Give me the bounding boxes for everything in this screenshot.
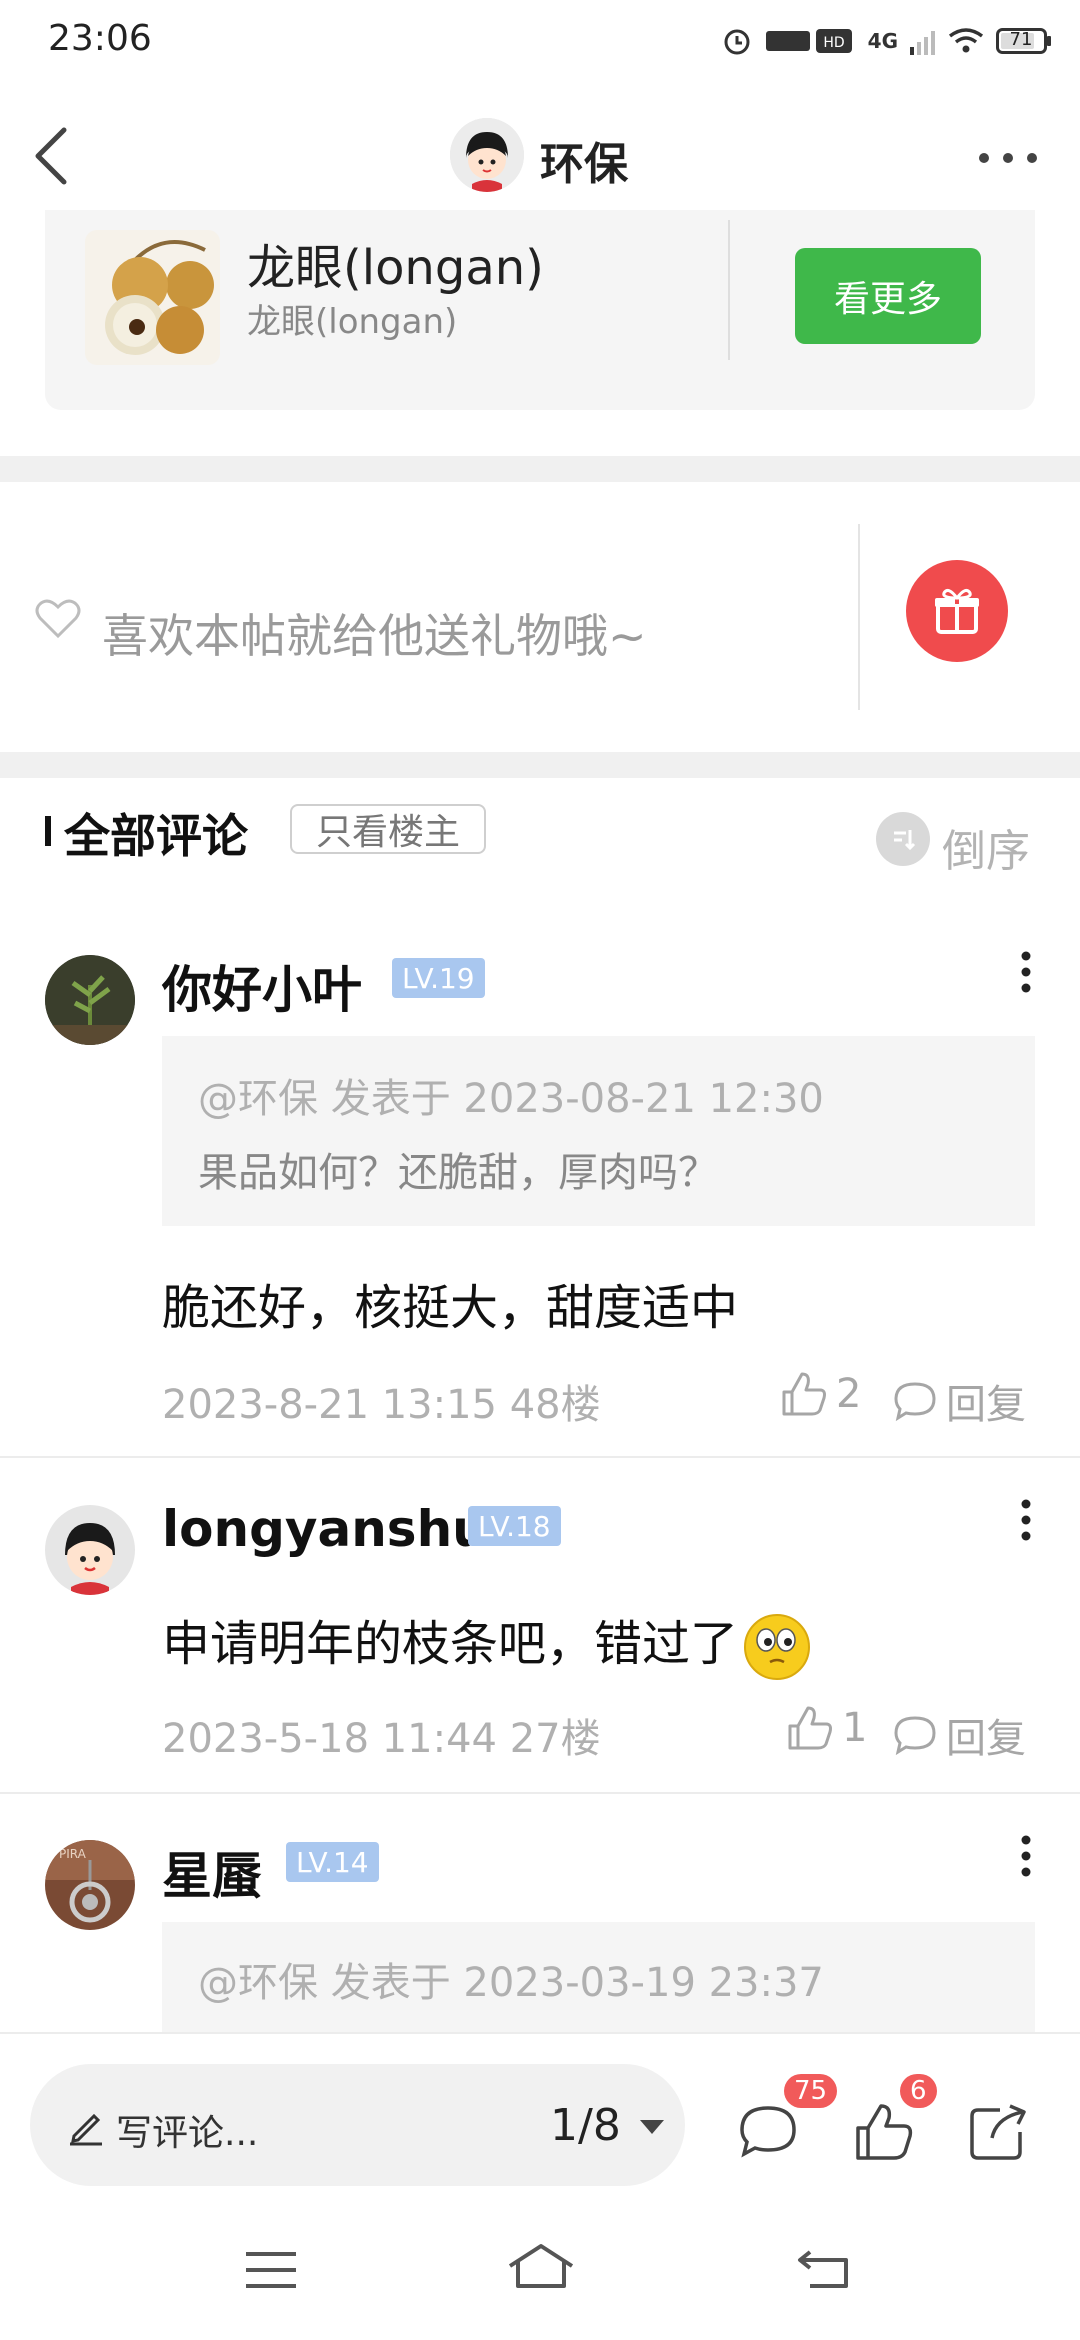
product-subtitle: 龙眼(longan) <box>247 302 458 342</box>
comment-divider <box>0 1792 1080 1794</box>
top-nav-bar: 环保 <box>0 80 1080 230</box>
section-separator <box>0 752 1080 778</box>
like-count-badge: 6 <box>900 2074 937 2108</box>
like-post-button[interactable] <box>852 2100 916 2164</box>
speech-bubble-icon <box>892 1380 938 1422</box>
quote-meta: @环保 发表于 2023-03-19 23:37 <box>198 1960 824 2006</box>
menu-icon[interactable] <box>244 2248 298 2292</box>
status-time: 23:06 <box>48 18 152 59</box>
commenter-avatar[interactable] <box>45 955 135 1045</box>
commenter-name[interactable]: longyanshu <box>162 1500 488 1558</box>
quote-meta: @环保 发表于 2023-08-21 12:30 <box>198 1076 824 1122</box>
only-author-button[interactable]: 只看楼主 <box>290 804 486 854</box>
thumbs-up-icon <box>852 2100 916 2164</box>
more-vertical-icon <box>1020 1498 1032 1542</box>
send-gift-button[interactable] <box>906 560 1008 662</box>
share-icon <box>966 2100 1030 2164</box>
signal-hd-icon: HD <box>764 26 856 56</box>
reply-label: 回复 <box>946 1382 1026 1428</box>
caret-down-icon[interactable] <box>638 2118 666 2136</box>
section-marker <box>45 816 51 846</box>
author-avatar[interactable] <box>450 118 524 192</box>
thumbs-up-icon <box>780 1370 828 1418</box>
reply-button[interactable]: 回复 <box>892 1706 1026 1764</box>
pencil-icon <box>66 2106 106 2146</box>
wifi-icon <box>948 27 984 55</box>
gift-icon <box>930 584 984 638</box>
comment-icon <box>736 2100 800 2164</box>
comment-text: 申请明年的枝条吧，错过了 <box>162 1604 812 1682</box>
svg-text:HD: HD <box>823 35 844 51</box>
comment-more-button[interactable] <box>1020 950 1032 994</box>
like-button[interactable]: 1 <box>786 1704 867 1752</box>
home-icon[interactable] <box>506 2242 576 2292</box>
comment-text: 脆还好，核挺大，甜度适中 <box>162 1280 739 1336</box>
status-icons: HD 4G 71 <box>722 16 1052 66</box>
divider <box>728 220 730 360</box>
product-card[interactable]: 龙眼(longan) 龙眼(longan) 看更多 <box>45 210 1035 410</box>
commenter-avatar[interactable]: PIRA <box>45 1840 135 1930</box>
reply-button[interactable]: 回复 <box>892 1372 1026 1430</box>
like-button[interactable]: 2 <box>780 1370 861 1418</box>
comment-meta: 2023-5-18 11:44 27楼 <box>162 1716 601 1762</box>
more-vertical-icon <box>1020 1834 1032 1878</box>
back-icon[interactable] <box>796 2246 850 2290</box>
comment-more-button[interactable] <box>1020 1498 1032 1542</box>
longan-image <box>85 230 220 365</box>
battery-icon: 71 <box>996 27 1052 55</box>
commenter-name[interactable]: 你好小叶 <box>162 950 362 1022</box>
chevron-left-icon <box>22 120 82 192</box>
write-comment-input[interactable]: 写评论... 1/8 <box>30 2064 685 2186</box>
share-button[interactable] <box>966 2100 1030 2164</box>
commenter-avatar[interactable] <box>45 1505 135 1595</box>
more-button[interactable] <box>970 148 1050 168</box>
level-badge: LV.19 <box>392 958 485 998</box>
quoted-post[interactable]: @环保 发表于 2023-03-19 23:37 <box>162 1922 1035 2032</box>
like-count: 2 <box>836 1371 862 1417</box>
gift-prompt: 喜欢本帖就给他送礼物哦~ <box>102 609 647 663</box>
comment-more-button[interactable] <box>1020 1834 1032 1878</box>
thumbs-up-icon <box>786 1704 834 1752</box>
level-badge: LV.14 <box>286 1842 379 1882</box>
sort-icon[interactable] <box>876 812 930 866</box>
level-badge: LV.18 <box>468 1506 561 1546</box>
comment-count-badge: 75 <box>784 2074 838 2108</box>
speech-bubble-icon <box>892 1714 938 1756</box>
more-horizontal-icon <box>970 148 1050 168</box>
comment-text-content: 申请明年的枝条吧，错过了 <box>162 1616 739 1672</box>
back-button[interactable] <box>22 120 82 192</box>
bottom-action-bar: 写评论... 1/8 75 6 <box>0 2032 1080 2204</box>
like-count: 1 <box>842 1705 868 1751</box>
comments-button[interactable] <box>736 2100 800 2164</box>
svg-text:PIRA: PIRA <box>59 1847 87 1861</box>
heart-icon <box>34 596 82 640</box>
quoted-post[interactable]: @环保 发表于 2023-08-21 12:30 果品如何？还脆甜，厚肉吗？ <box>162 1036 1035 1226</box>
status-bar: 23:06 HD 4G 71 <box>0 0 1080 80</box>
signal-bars-icon <box>910 27 936 55</box>
network-label: 4G <box>867 29 898 53</box>
product-name: 龙眼(longan) <box>247 240 544 296</box>
alarm-icon <box>722 26 752 56</box>
reply-label: 回复 <box>946 1716 1026 1762</box>
comment-divider <box>0 1456 1080 1458</box>
system-nav-bar <box>0 2202 1080 2340</box>
comment-meta: 2023-8-21 13:15 48楼 <box>162 1382 601 1428</box>
more-vertical-icon <box>1020 950 1032 994</box>
commenter-name[interactable]: 星蜃 <box>162 1836 262 1908</box>
page-indicator[interactable]: 1/8 <box>550 2100 621 2151</box>
write-comment-placeholder: 写评论... <box>116 2113 259 2154</box>
page-title: 环保 <box>540 139 628 190</box>
battery-level: 71 <box>1009 29 1033 50</box>
divider <box>858 524 860 710</box>
emoji-icon <box>742 1612 812 1682</box>
sort-button[interactable]: 倒序 <box>942 815 1030 879</box>
comments-title: 全部评论 <box>64 809 248 863</box>
quote-text: 果品如何？还脆甜，厚肉吗？ <box>198 1150 718 1196</box>
see-more-button[interactable]: 看更多 <box>795 248 981 344</box>
section-separator <box>0 456 1080 482</box>
